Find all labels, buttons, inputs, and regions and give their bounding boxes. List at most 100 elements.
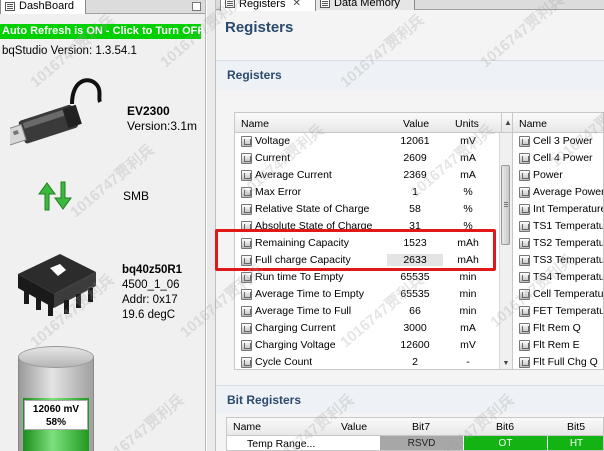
register-name: Flt Full Chg Q	[533, 356, 598, 368]
register-name: TS3 Temperature	[533, 254, 603, 266]
table-row[interactable]: Full charge Capacity 2633 mAh	[235, 252, 499, 269]
table-row[interactable]: Remaining Capacity 1523 mAh	[235, 235, 499, 252]
register-units: min	[459, 288, 477, 300]
column-header-units[interactable]: Units	[455, 118, 479, 130]
register-icon	[519, 221, 530, 232]
register-value: 65535	[400, 271, 430, 283]
scrollbar-thumb[interactable]	[501, 165, 510, 245]
table-row[interactable]: TS2 Temperature	[513, 235, 603, 252]
register-name: Average Power	[533, 186, 604, 198]
table-row[interactable]: Charging Current 3000 mA	[235, 320, 499, 337]
bit5-cell[interactable]: HT	[547, 436, 603, 450]
table-row[interactable]: Flt Full Chg Q	[513, 354, 603, 369]
register-name: Average Time to Full	[255, 305, 352, 317]
register-icon	[241, 306, 252, 317]
table-row[interactable]: Flt Rem Q	[513, 320, 603, 337]
adapter-name: EV2300	[127, 104, 170, 118]
gauge-chip-icon	[18, 254, 96, 316]
table-row[interactable]: Average Current 2369 mA	[235, 167, 499, 184]
register-name: Full charge Capacity	[255, 254, 351, 266]
table-row[interactable]: Temp Range... RSVD OT HT	[227, 436, 603, 450]
register-icon	[241, 340, 252, 351]
battery-percent: 58%	[45, 417, 66, 428]
table-row[interactable]: Cell Temperature	[513, 286, 603, 303]
column-header-bit6[interactable]: Bit6	[463, 421, 547, 433]
table-row[interactable]: Absolute State of Charge 31%	[235, 218, 499, 235]
register-icon	[519, 255, 530, 266]
main-panel: Registers ✕ Data Memory Registers Regist…	[216, 0, 604, 451]
panel-splitter[interactable]	[207, 0, 216, 451]
register-icon	[241, 357, 252, 368]
bit6-cell[interactable]: OT	[463, 436, 547, 450]
registers-side-table: Name Cell 3 Power Cell 4 Power Power Averag…	[512, 112, 604, 370]
scroll-down-icon[interactable]: ▼	[500, 358, 512, 369]
auto-refresh-toggle[interactable]: Auto Refresh is ON - Click to Turn OFF	[0, 24, 201, 39]
table-row[interactable]: Power	[513, 167, 603, 184]
table-row[interactable]: Cycle Count 2 -	[235, 354, 499, 369]
table-row[interactable]: Average Power	[513, 184, 604, 201]
register-name: Flt Rem E	[533, 339, 580, 351]
column-header-name[interactable]: Name	[233, 421, 261, 433]
table-row[interactable]: Average Time to Full 66 min	[235, 303, 499, 320]
tab-registers-label: Registers	[239, 0, 286, 10]
register-icon	[519, 238, 530, 249]
register-name: Voltage	[255, 135, 291, 147]
register-icon	[241, 221, 252, 232]
tab-data-memory[interactable]: Data Memory	[315, 0, 415, 10]
table-row[interactable]: TS1 Temperature	[513, 218, 603, 235]
column-header-bit7[interactable]: Bit7	[379, 421, 463, 433]
table-row[interactable]: FET Temperature	[513, 303, 603, 320]
register-icon	[241, 136, 252, 147]
register-name: Current	[255, 152, 291, 164]
bit-registers-header: Name Value Bit7 Bit6 Bit5	[227, 418, 603, 436]
table-row[interactable]: Max Error 1%	[235, 184, 499, 201]
register-value: 2609	[403, 152, 427, 164]
table-row[interactable]: Relative State of Charge 58%	[235, 201, 499, 218]
register-value: 1523	[403, 237, 427, 249]
close-icon[interactable]: ✕	[292, 0, 300, 9]
register-name: Absolute State of Charge	[255, 220, 373, 232]
tab-registers[interactable]: Registers ✕	[220, 0, 316, 11]
gauge-firmware: 4500_1_06	[122, 279, 180, 291]
tab-dashboard[interactable]: DashBoard	[0, 0, 86, 14]
smb-arrows-icon	[38, 181, 72, 211]
table-row[interactable]: Current 2609 mA	[235, 150, 499, 167]
register-units: mV	[460, 135, 476, 147]
registers-side-table-header: Name	[513, 113, 603, 133]
register-value: 1	[412, 186, 418, 198]
table-row[interactable]: TS4 Temperature	[513, 269, 603, 286]
register-name: Max Error	[255, 186, 302, 198]
adapter-version: Version:3.1m	[127, 119, 198, 133]
register-name: Flt Rem Q	[533, 322, 581, 334]
column-header-value[interactable]: Value	[403, 118, 429, 130]
table-row[interactable]: Cell 4 Power	[513, 150, 603, 167]
register-icon	[241, 272, 252, 283]
table-row[interactable]: Charging Voltage 12600 mV	[235, 337, 499, 354]
column-header-bit5[interactable]: Bit5	[547, 421, 603, 433]
register-name: FET Temperature	[533, 305, 603, 317]
table-row[interactable]: Run time To Empty 65535 min	[235, 269, 499, 286]
minimize-button[interactable]	[192, 2, 201, 11]
bit7-cell[interactable]: RSVD	[379, 436, 463, 450]
table-row[interactable]: Int Temperature	[513, 201, 603, 218]
registers-rows: Voltage 12061 mV Current 2609 mA Average Curre…	[235, 133, 499, 369]
register-name: Average Current	[255, 169, 332, 181]
battery-cap	[18, 346, 94, 368]
register-name: Relative State of Charge	[255, 203, 370, 215]
table-row[interactable]: Voltage 12061 mV	[235, 133, 499, 150]
registers-scrollbar[interactable]: ▼	[499, 133, 512, 369]
column-header-value[interactable]: Value	[329, 421, 379, 433]
table-row[interactable]: Average Time to Empty 65535 min	[235, 286, 499, 303]
column-header-name[interactable]: Name	[241, 118, 269, 130]
table-row[interactable]: Flt Rem E	[513, 337, 603, 354]
register-units: %	[463, 203, 473, 215]
register-units: -	[466, 356, 470, 368]
column-header-name[interactable]: Name	[519, 118, 547, 130]
table-row[interactable]: Cell 3 Power	[513, 133, 603, 150]
register-value: 58	[409, 203, 421, 215]
battery-voltage: 12060 mV	[32, 404, 80, 415]
register-name: Cell 4 Power	[533, 152, 593, 164]
register-icon	[519, 357, 530, 368]
table-row[interactable]: TS3 Temperature	[513, 252, 603, 269]
register-icon	[519, 340, 530, 351]
